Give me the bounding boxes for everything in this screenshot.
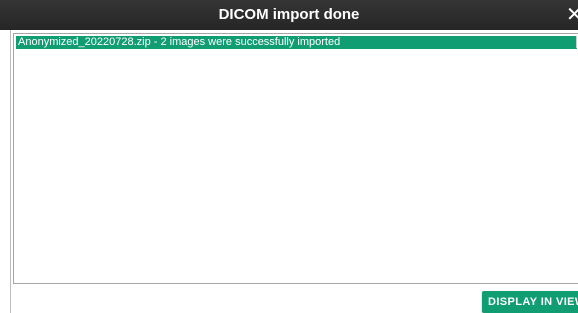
dialog-left-border	[10, 30, 11, 313]
dialog-title: DICOM import done	[218, 6, 360, 23]
import-dialog: DICOM import done ✕ Anonymized_20220728.…	[0, 0, 578, 313]
display-in-viewer-button[interactable]: DISPLAY IN VIEWER	[482, 291, 578, 313]
list-scrollbar[interactable]	[576, 36, 577, 48]
dialog-titlebar: DICOM import done ✕	[0, 0, 578, 30]
close-icon[interactable]: ✕	[566, 0, 578, 30]
import-results-list[interactable]: Anonymized_20220728.zip - 2 images were …	[13, 33, 578, 284]
list-item[interactable]: Anonymized_20220728.zip - 2 images were …	[16, 36, 577, 49]
